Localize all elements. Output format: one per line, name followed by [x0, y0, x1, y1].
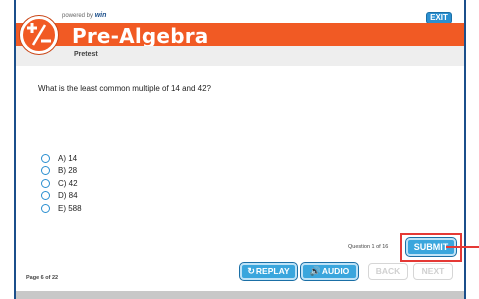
lesson-frame: powered by win EXIT Pre-Algebra Pretest … — [14, 0, 466, 299]
screen: powered by win EXIT Pre-Algebra Pretest … — [0, 0, 479, 299]
audio-label: AUDIO — [321, 266, 350, 276]
answer-choices: A) 14 B) 28 C) 42 D) 84 E) 588 — [41, 152, 82, 215]
replay-icon: ↻ — [247, 266, 255, 276]
bottom-bar — [16, 291, 464, 299]
speaker-icon: 🔊 — [309, 266, 321, 276]
choice-c[interactable]: C) 42 — [41, 177, 82, 190]
page-title: Pre-Algebra — [72, 24, 209, 48]
next-button[interactable]: NEXT — [413, 263, 453, 280]
powered-by-text: powered by — [62, 13, 94, 19]
powered-by: powered by win — [62, 12, 106, 19]
replay-button[interactable]: ↻REPLAY — [240, 263, 297, 280]
choice-label: A) 14 — [58, 153, 78, 163]
section-label: Pretest — [74, 51, 98, 58]
question-counter: Question 1 of 16 — [348, 244, 389, 250]
radio-button[interactable] — [41, 203, 50, 213]
radio-button[interactable] — [41, 153, 50, 163]
win-logo: win — [94, 12, 107, 19]
replay-label: REPLAY — [255, 266, 290, 276]
choice-a[interactable]: A) 14 — [41, 152, 82, 165]
choice-label: B) 28 — [58, 166, 78, 176]
page-counter: Page 6 of 22 — [26, 275, 59, 281]
choice-d[interactable]: D) 84 — [41, 190, 82, 203]
plus-minus-icon — [20, 16, 58, 54]
radio-button[interactable] — [41, 191, 50, 201]
choice-label: C) 42 — [58, 178, 78, 188]
choice-label: D) 84 — [58, 191, 78, 201]
back-button[interactable]: BACK — [368, 263, 408, 280]
callout-pointer — [446, 246, 479, 248]
audio-button[interactable]: 🔊AUDIO — [301, 263, 358, 280]
choice-label: E) 588 — [58, 203, 82, 213]
radio-button[interactable] — [41, 178, 50, 188]
radio-button[interactable] — [41, 166, 50, 176]
choice-e[interactable]: E) 588 — [41, 202, 82, 215]
question-text: What is the least common multiple of 14 … — [38, 84, 211, 93]
choice-b[interactable]: B) 28 — [41, 165, 82, 178]
